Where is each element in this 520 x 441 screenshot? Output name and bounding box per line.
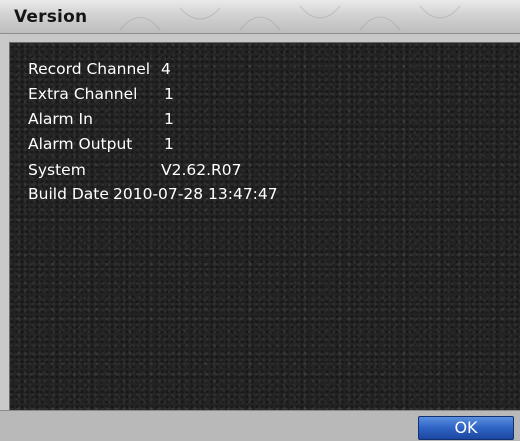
left-border [0,34,9,410]
version-dialog: Version Record Channel 4 Extra Channel 1… [0,0,520,441]
extra-channel-value: 1 [164,85,174,103]
dialog-footer: OK [0,410,520,441]
build-date-label: Build Date [28,185,109,203]
system-label: System [28,161,86,179]
record-channel-value: 4 [161,60,171,78]
alarm-output-value: 1 [164,135,174,153]
alarm-output-label: Alarm Output [28,135,133,153]
version-info-panel: Record Channel 4 Extra Channel 1 Alarm I… [9,42,520,410]
build-date-value: 2010-07-28 13:47:47 [113,185,278,203]
system-version-value: V2.62.R07 [161,161,242,179]
alarm-in-value: 1 [164,110,174,128]
title-bar[interactable]: Version [0,0,520,34]
record-channel-label: Record Channel [28,60,151,78]
alarm-in-label: Alarm In [28,110,93,128]
ok-button[interactable]: OK [418,416,514,440]
window-title: Version [14,7,88,27]
extra-channel-label: Extra Channel [28,85,138,103]
